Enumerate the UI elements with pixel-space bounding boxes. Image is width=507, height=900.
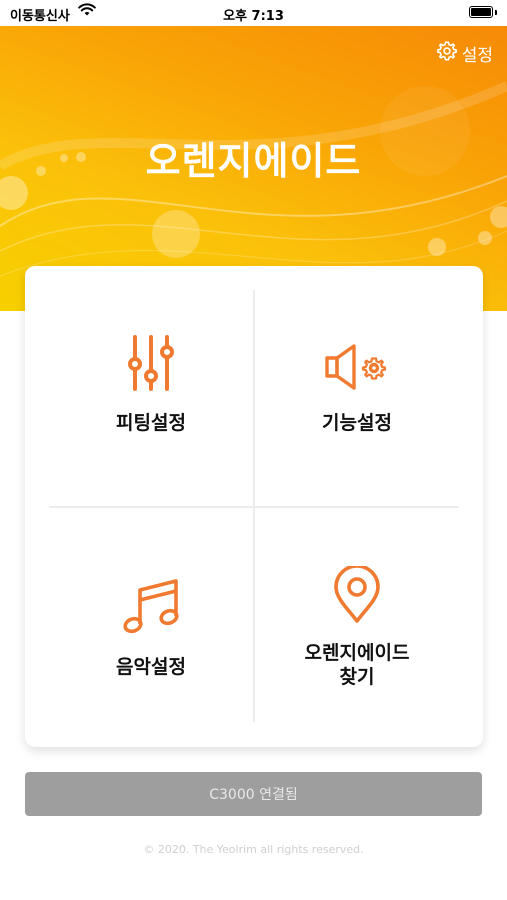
bokeh-light	[428, 238, 446, 256]
location-pin-icon	[333, 564, 381, 629]
speaker-gear-icon	[324, 342, 390, 397]
find-device-button[interactable]: 오렌지에이드 찾기	[255, 564, 459, 689]
bokeh-light	[478, 231, 492, 245]
status-bar: 이동통신사 오후 7:13	[0, 0, 507, 26]
app-title: 오렌지에이드	[145, 139, 362, 183]
menu-card: 피팅설정 기능설정 음악설정 오렌지에이드 찾기	[25, 266, 483, 747]
bokeh-light	[152, 210, 200, 258]
fitting-settings-button[interactable]: 피팅설정	[49, 334, 253, 435]
music-settings-button[interactable]: 음악설정	[49, 578, 253, 679]
menu-label: 오렌지에이드	[304, 642, 410, 664]
divider-horizontal	[49, 506, 459, 508]
settings-button[interactable]: 설정	[436, 40, 493, 67]
function-settings-button[interactable]: 기능설정	[255, 342, 459, 435]
equalizer-sliders-icon	[125, 334, 177, 397]
menu-label: 음악설정	[116, 656, 186, 678]
menu-label: 피팅설정	[116, 412, 186, 434]
battery-icon	[469, 6, 493, 18]
connection-status-button[interactable]: C3000 연결됨	[25, 772, 482, 816]
copyright-text: © 2020. The Yeolrim all rights reserved.	[143, 843, 364, 856]
bokeh-light	[490, 206, 507, 228]
menu-label: 기능설정	[322, 412, 392, 434]
menu-label: 찾기	[339, 666, 375, 688]
status-time: 오후 7:13	[223, 9, 284, 24]
music-note-icon	[122, 578, 180, 641]
gear-icon	[436, 40, 458, 67]
battery-tip	[495, 10, 497, 15]
settings-label: 설정	[461, 46, 493, 66]
